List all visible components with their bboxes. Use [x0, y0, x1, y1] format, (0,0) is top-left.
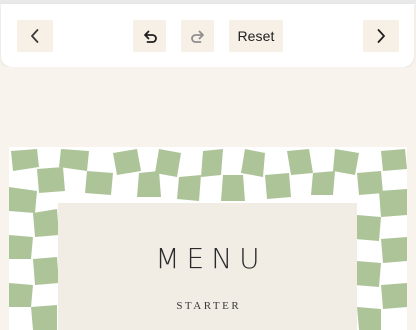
- previous-button[interactable]: [17, 20, 53, 52]
- section-heading-starter[interactable]: STARTER: [58, 300, 357, 312]
- editor-toolbar: Reset: [1, 4, 414, 67]
- undo-button[interactable]: [133, 20, 166, 52]
- undo-icon: [141, 27, 159, 45]
- next-button[interactable]: [363, 20, 399, 52]
- menu-card-preview[interactable]: MENU STARTER: [9, 147, 407, 330]
- menu-title[interactable]: MENU: [58, 242, 357, 275]
- redo-icon: [189, 27, 207, 45]
- redo-button[interactable]: [181, 20, 214, 52]
- reset-button[interactable]: Reset: [229, 20, 283, 52]
- menu-inner-panel: MENU STARTER: [58, 203, 357, 330]
- chevron-left-icon: [29, 28, 41, 44]
- chevron-right-icon: [375, 28, 387, 44]
